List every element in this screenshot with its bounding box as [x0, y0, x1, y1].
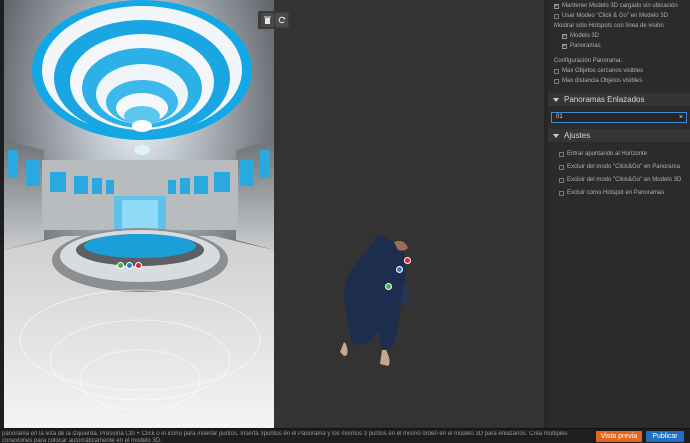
- app-window: ✓ Mantener Modelo 3D cargado sin ubicaci…: [0, 0, 690, 443]
- marker-red-pano[interactable]: [135, 262, 142, 269]
- show-hotspots-line-label: Mostrar sólo Hotspots con línea de visió…: [554, 23, 664, 29]
- preview-button[interactable]: Vista previa: [596, 431, 642, 442]
- exclude-click-model-checkbox[interactable]: [559, 177, 564, 183]
- model-3d-viewer[interactable]: [258, 0, 544, 428]
- marker-red-model[interactable]: [404, 257, 411, 264]
- panorama-config-title: Configuración Panorama:: [554, 58, 623, 64]
- status-bar: panorama en la lista de la izquierda. Pr…: [0, 428, 690, 443]
- linked-panoramas-header[interactable]: Panoramas Enlazados: [548, 93, 690, 106]
- clear-icon[interactable]: ×: [679, 113, 683, 122]
- exclude-click-pano-row[interactable]: Excluir del modo "Click&Go" en Panorama: [559, 164, 680, 170]
- show-hotspots-line-row: Mostrar sólo Hotspots con línea de visió…: [554, 23, 664, 29]
- use-click-go-label: Usar Modeo "Click & Go" en Modelo 3D: [562, 13, 668, 19]
- enter-horizon-checkbox[interactable]: [559, 151, 564, 157]
- exclude-click-pano-checkbox[interactable]: [559, 164, 564, 170]
- linked-panoramas-title: Panoramas Enlazados: [564, 95, 645, 104]
- enter-horizon-label: Entrar apuntando al Horizonte: [567, 151, 648, 157]
- max-distance-row[interactable]: Max distancia Objetos visibles: [554, 78, 642, 84]
- marker-green-model[interactable]: [385, 283, 392, 290]
- keep-model-loaded-checkbox[interactable]: ✓: [554, 3, 559, 9]
- show-in-model-row[interactable]: ✓ Modelo 3D: [562, 33, 599, 39]
- exclude-hotspot-row[interactable]: Excluir como Hotspot en Panoramas: [559, 190, 664, 196]
- keep-model-loaded-label: Mantener Modelo 3D cargado sin ubicación: [562, 3, 678, 9]
- settings-panel: ✓ Mantener Modelo 3D cargado sin ubicaci…: [548, 0, 690, 428]
- trash-icon: [264, 16, 271, 24]
- enter-horizon-row[interactable]: Entrar apuntando al Horizonte: [559, 151, 647, 157]
- exclude-click-pano-label: Excluir del modo "Click&Go" en Panorama: [567, 164, 680, 170]
- use-click-go-checkbox[interactable]: [554, 13, 559, 19]
- exclude-click-model-label: Excluir del modo "Click&Go" en Modelo 3D: [567, 177, 682, 183]
- keep-model-loaded-row[interactable]: ✓ Mantener Modelo 3D cargado sin ubicaci…: [554, 3, 678, 9]
- help-text: panorama en la lista de la izquierda. Pr…: [2, 431, 568, 443]
- marker-blue-model[interactable]: [396, 266, 403, 273]
- linked-search-input[interactable]: 01 ×: [551, 112, 687, 123]
- panorama-viewer[interactable]: [4, 0, 274, 428]
- show-in-panoramas-label: Panoramas: [570, 43, 601, 49]
- delete-button[interactable]: [261, 13, 274, 27]
- publish-button[interactable]: Publicar: [646, 431, 684, 442]
- marker-green-pano[interactable]: [117, 262, 124, 269]
- refresh-icon: [278, 16, 285, 24]
- use-click-go-row[interactable]: Usar Modeo "Click & Go" en Modelo 3D: [554, 13, 668, 19]
- show-in-panoramas-checkbox[interactable]: ✓: [562, 43, 567, 49]
- panorama-image: [4, 0, 274, 428]
- max-distance-checkbox[interactable]: [554, 78, 559, 84]
- exclude-hotspot-checkbox[interactable]: [559, 190, 564, 196]
- exclude-hotspot-label: Excluir como Hotspot en Panoramas: [567, 190, 665, 196]
- adjust-title: Ajustes: [564, 131, 591, 140]
- marker-blue-pano[interactable]: [126, 262, 133, 269]
- max-near-label: Max Objetos cercanos visibles: [562, 68, 644, 74]
- show-in-model-checkbox[interactable]: ✓: [562, 33, 567, 39]
- show-in-model-label: Modelo 3D: [570, 33, 600, 39]
- linked-search-value: 01: [556, 114, 563, 120]
- max-near-checkbox[interactable]: [554, 68, 559, 74]
- viewer-toolbar: [258, 11, 290, 29]
- show-in-panoramas-row[interactable]: ✓ Panoramas: [562, 43, 601, 49]
- exclude-click-model-row[interactable]: Excluir del modo "Click&Go" en Modelo 3D: [559, 177, 681, 183]
- model-3d-render: [340, 235, 409, 366]
- refresh-button[interactable]: [275, 13, 288, 27]
- max-near-row[interactable]: Max Objetos cercanos visibles: [554, 68, 643, 74]
- collapse-triangle-icon: [553, 133, 559, 138]
- collapse-triangle-icon: [553, 97, 559, 102]
- adjust-header[interactable]: Ajustes: [548, 129, 690, 142]
- panorama-config-title-row: Configuración Panorama:: [554, 58, 622, 64]
- max-distance-label: Max distancia Objetos visibles: [562, 78, 643, 84]
